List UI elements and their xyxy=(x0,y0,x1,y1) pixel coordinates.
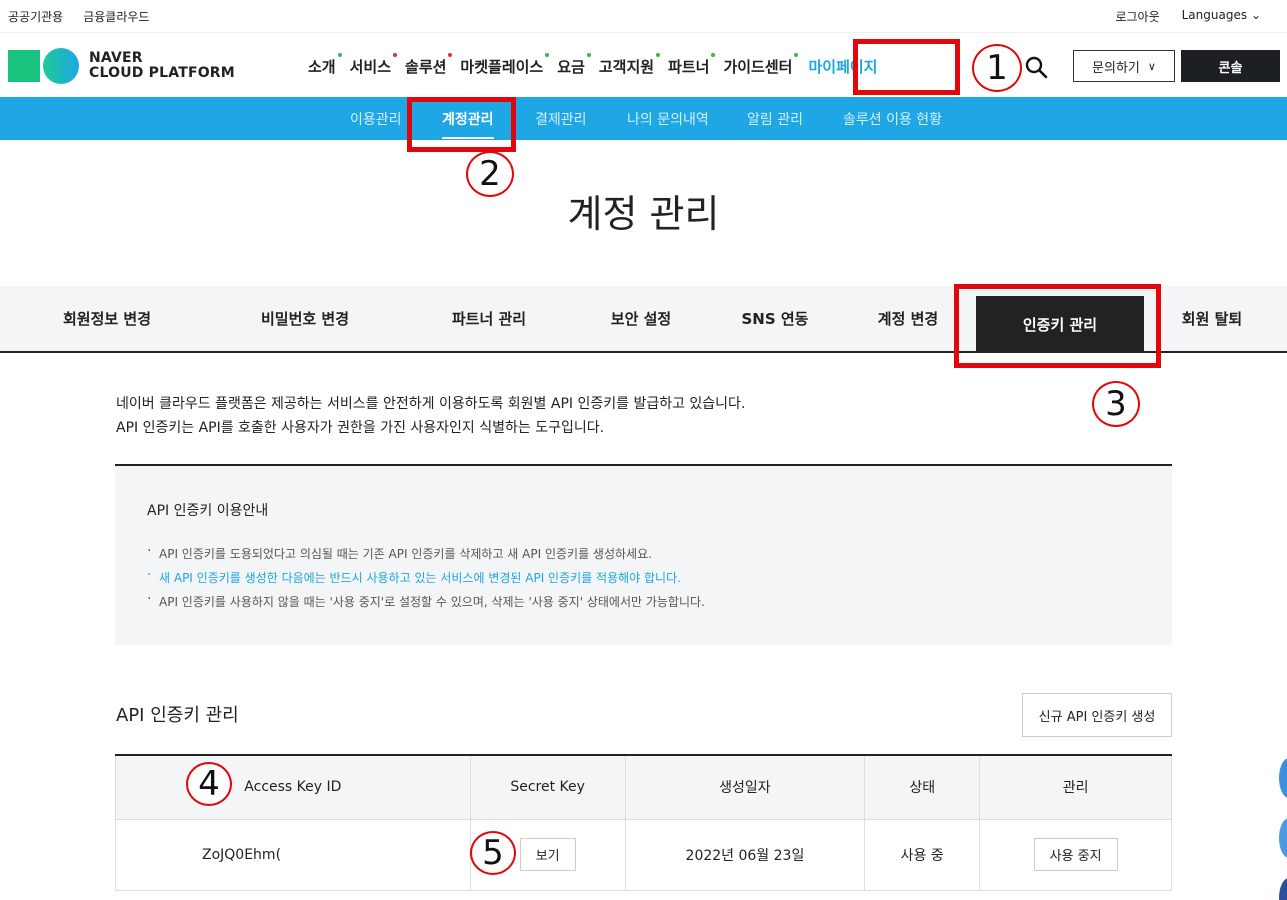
tab-withdraw[interactable]: 회원 탈퇴 xyxy=(1156,286,1268,351)
auth-key-description: 네이버 클라우드 플랫폼은 제공하는 서비스를 안전하게 이용하도록 회원별 A… xyxy=(116,392,745,440)
gnb-item[interactable]: 파트너 xyxy=(668,53,716,77)
tab-account-change[interactable]: 계정 변경 xyxy=(846,286,970,351)
gnb-item[interactable]: 서비스 xyxy=(349,53,398,77)
usage-guide-box: API 인증키 이용안내 API 인증키를 도용되었다고 의심될 때는 기존 A… xyxy=(115,464,1172,645)
disable-key-button[interactable]: 사용 중지 xyxy=(1033,838,1118,871)
col-status: 상태 xyxy=(864,755,981,820)
tab-sns[interactable]: SNS 연동 xyxy=(714,286,836,351)
gnb-item-label: 소개 xyxy=(308,58,336,76)
search-icon[interactable] xyxy=(1024,55,1048,79)
new-dot-icon xyxy=(656,53,661,57)
new-dot-icon xyxy=(393,53,398,57)
created-date: 2022년 06월 23일 xyxy=(624,818,866,891)
col-access-key: Access Key ID xyxy=(115,755,471,820)
keys-section-title: API 인증키 관리 xyxy=(116,705,239,726)
new-dot-icon xyxy=(711,53,716,57)
mypage-subnav: 이용관리 계정관리 결제관리 나의 문의내역 알림 관리 솔루션 이용 현황 xyxy=(0,97,1287,140)
gnb-item[interactable]: 요금 xyxy=(557,53,591,77)
new-dot-icon xyxy=(794,53,799,57)
gnb-item-label: 요금 xyxy=(557,58,585,76)
guide-title: API 인증키 이용안내 xyxy=(147,503,269,519)
annotation-box xyxy=(853,39,960,95)
gnb-item[interactable]: 솔루션 xyxy=(405,53,453,77)
col-manage: 관리 xyxy=(979,755,1172,820)
floating-button[interactable] xyxy=(1279,818,1287,858)
annotation-box xyxy=(407,97,516,152)
tab-password[interactable]: 비밀번호 변경 xyxy=(212,286,398,351)
inquiry-label: 문의하기 xyxy=(1092,60,1140,76)
gnb-item[interactable]: 마켓플레이스 xyxy=(460,53,550,77)
annotation-marker-1: 1 xyxy=(972,44,1022,92)
floating-button[interactable] xyxy=(1279,878,1287,900)
new-dot-icon xyxy=(448,53,453,57)
gnb-item[interactable]: 가이드센터 xyxy=(723,53,799,77)
subnav-solution-usage[interactable]: 솔루션 이용 현황 xyxy=(843,109,942,129)
logo-circle-icon xyxy=(43,48,79,84)
subnav-billing[interactable]: 결제관리 xyxy=(535,109,587,129)
chevron-down-icon: ∨ xyxy=(1147,59,1156,73)
gnb-item-label: 솔루션 xyxy=(405,58,447,76)
chevron-down-icon: ⌄ xyxy=(1250,8,1261,22)
utility-bar: 공공기관용 금융클라우드 로그아웃 Languages ⌄ xyxy=(0,0,1287,33)
annotation-marker-5: 5 xyxy=(470,831,516,875)
annotation-marker-4: 4 xyxy=(186,762,232,806)
header: NAVER CLOUD PLATFORM 소개 서비스 솔루션 마켓플레이스 요금 고객지… xyxy=(0,34,1287,96)
gnb-item-label: 가이드센터 xyxy=(723,58,793,76)
subnav-usage[interactable]: 이용관리 xyxy=(350,109,402,129)
new-dot-icon xyxy=(586,53,591,57)
view-secret-button[interactable]: 보기 xyxy=(519,838,576,871)
guide-item: API 인증키를 사용하지 않을 때는 '사용 중지'로 설정할 수 있으며, … xyxy=(147,587,705,614)
access-key-value: ZoJQ0Ehm( xyxy=(115,818,471,891)
page-title: 계정 관리 xyxy=(567,192,720,236)
annotation-box xyxy=(954,284,1161,368)
gnb-item-label: 파트너 xyxy=(668,58,710,76)
naver-cloud-logo[interactable]: NAVER CLOUD PLATFORM xyxy=(8,48,235,84)
annotation-marker-2: 2 xyxy=(466,151,514,197)
table-header-row: Access Key ID Secret Key 생성일자 상태 관리 xyxy=(115,755,1172,820)
annotation-marker-3: 3 xyxy=(1092,381,1140,427)
tab-security[interactable]: 보안 설정 xyxy=(578,286,704,351)
api-keys-table: Access Key ID Secret Key 생성일자 상태 관리 ZoJQ… xyxy=(115,754,1172,891)
gnb-item[interactable]: 소개 xyxy=(308,53,342,77)
subnav-my-inquiries[interactable]: 나의 문의내역 xyxy=(627,109,709,129)
description-line: 네이버 클라우드 플랫폼은 제공하는 서비스를 안전하게 이용하도록 회원별 A… xyxy=(116,396,746,412)
guide-item-highlight: 새 API 인증키를 생성한 다음에는 반드시 사용하고 있는 서비스에 변경된… xyxy=(147,563,705,590)
gnb-item-label: 고객지원 xyxy=(598,58,655,76)
public-sector-link[interactable]: 공공기관용 xyxy=(8,8,63,25)
languages-label: Languages xyxy=(1181,8,1248,22)
inquiry-dropdown-button[interactable]: 문의하기 ∨ xyxy=(1073,50,1175,82)
guide-item: API 인증키를 도용되었다고 의심될 때는 기존 API 인증키를 삭제하고 … xyxy=(147,539,705,566)
status-value: 사용 중 xyxy=(864,818,981,891)
new-dot-icon xyxy=(545,53,550,57)
gnb-item-label: 서비스 xyxy=(349,58,392,76)
finance-cloud-link[interactable]: 금융클라우드 xyxy=(83,8,149,25)
create-new-key-button[interactable]: 신규 API 인증키 생성 xyxy=(1022,693,1172,737)
tab-member-info[interactable]: 회원정보 변경 xyxy=(14,286,200,351)
new-dot-icon xyxy=(337,53,342,57)
tab-partner[interactable]: 파트너 관리 xyxy=(410,286,568,351)
logo-square-icon xyxy=(8,50,40,82)
gnb-item[interactable]: 고객지원 xyxy=(598,53,661,77)
gnb-item-label: 마켓플레이스 xyxy=(460,58,544,76)
col-created: 생성일자 xyxy=(624,755,866,820)
global-nav: 소개 서비스 솔루션 마켓플레이스 요금 고객지원 파트너 가이드센터 마이페이지 xyxy=(308,53,891,77)
logo-text-line2: CLOUD PLATFORM xyxy=(89,65,235,81)
floating-button[interactable] xyxy=(1279,758,1287,798)
table-row: ZoJQ0Ehm( 보기 2022년 06월 23일 사용 중 사용 중지 xyxy=(115,818,1172,891)
subnav-notifications[interactable]: 알림 관리 xyxy=(747,109,803,129)
logo-text-line1: NAVER xyxy=(89,50,143,66)
languages-dropdown[interactable]: Languages ⌄ xyxy=(1182,8,1261,25)
description-line: API 인증키는 API를 호출한 사용자가 권한을 가진 사용자인지 식별하는… xyxy=(116,420,605,436)
logout-link[interactable]: 로그아웃 xyxy=(1115,8,1159,25)
col-secret-key: Secret Key xyxy=(469,755,626,820)
console-button[interactable]: 콘솔 xyxy=(1181,50,1280,82)
